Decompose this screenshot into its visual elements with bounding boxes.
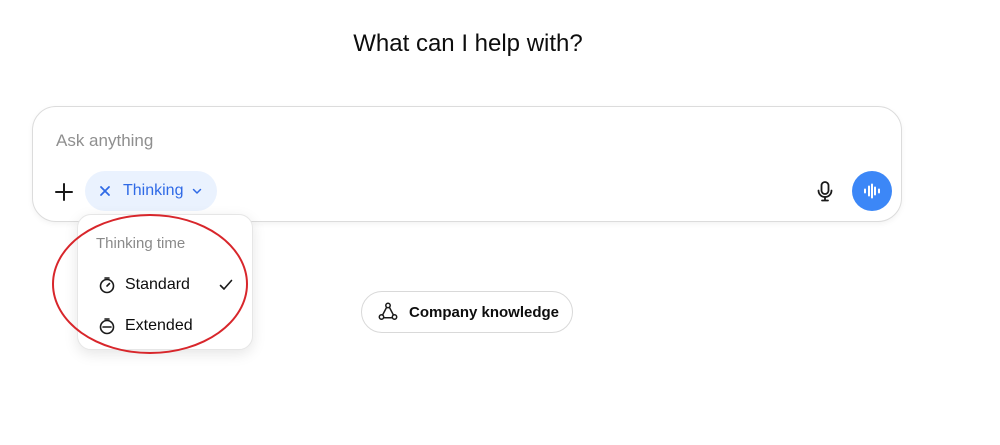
- prompt-input[interactable]: [56, 129, 756, 153]
- voice-waveform-icon: [864, 183, 880, 199]
- menu-item-label: Extended: [125, 317, 193, 334]
- chevron-down-icon: [193, 188, 202, 194]
- menu-item-extended[interactable]: Extended: [86, 309, 246, 343]
- dictate-button[interactable]: [813, 179, 837, 203]
- add-attachment-button[interactable]: [51, 179, 77, 205]
- thinking-mode-chip[interactable]: Thinking: [85, 171, 217, 211]
- chat-page: What can I help with? Thinking: [0, 0, 1000, 445]
- timer-icon: [99, 318, 115, 335]
- company-knowledge-label: Company knowledge: [409, 303, 560, 321]
- close-icon[interactable]: [97, 183, 113, 199]
- page-heading: What can I help with?: [353, 30, 583, 57]
- menu-item-label: Standard: [125, 276, 190, 293]
- knowledge-network-icon: [378, 302, 398, 320]
- thinking-chip-label: Thinking: [123, 182, 184, 199]
- company-knowledge-button[interactable]: Company knowledge: [361, 291, 573, 333]
- prompt-composer: Thinking: [32, 106, 902, 222]
- voice-mode-button[interactable]: [852, 171, 892, 211]
- checkmark-icon: [219, 279, 233, 290]
- menu-item-standard[interactable]: Standard: [86, 268, 246, 302]
- thinking-time-menu: Thinking time Standard Extended: [77, 214, 253, 350]
- microphone-icon: [817, 181, 833, 202]
- timer-icon: [99, 277, 115, 294]
- menu-title: Thinking time: [96, 235, 186, 252]
- plus-icon: [55, 183, 73, 201]
